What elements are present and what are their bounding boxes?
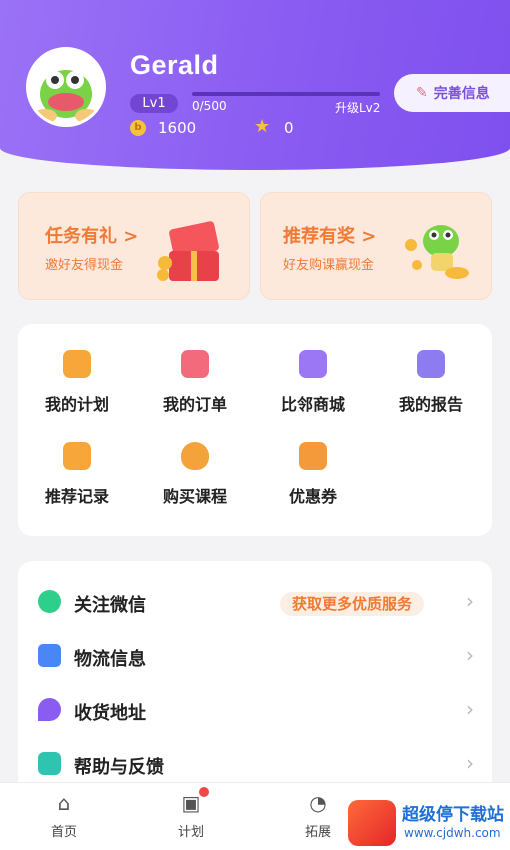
help-icon	[38, 752, 61, 775]
promo-card-referral[interactable]: 推荐有奖 > 好友购课赢现金	[260, 192, 492, 300]
notification-dot	[199, 787, 209, 797]
username: Gerald	[130, 50, 219, 80]
chevron-right-icon: ›	[466, 751, 474, 775]
plan-icon	[63, 350, 91, 378]
tab-label: 首页	[50, 825, 77, 840]
grid-item-label: 推荐记录	[44, 487, 109, 506]
complete-info-button[interactable]: ✎ 完善信息	[394, 74, 510, 112]
star-count: 0	[284, 119, 294, 137]
feature-grid: 我的计划 我的订单 比邻商城 我的报告 推荐记录 购买课程 优惠券	[18, 324, 492, 536]
tab-explore[interactable]: ◔ 拓展	[286, 791, 350, 840]
grid-item-label: 我的报告	[398, 395, 463, 414]
list-item-label: 物流信息	[74, 649, 146, 670]
tab-label: 计划	[177, 825, 204, 840]
grid-item-my-plan[interactable]: 我的计划	[18, 350, 136, 415]
chevron-right-icon: ›	[466, 589, 474, 613]
shop-icon	[299, 350, 327, 378]
plan-tab-icon: ▣	[179, 787, 209, 815]
watermark-url: www.cjdwh.com	[404, 826, 501, 840]
list-item-follow-wechat[interactable]: 关注微信 获取更多优质服务 ›	[18, 577, 492, 631]
watermark: 超级停下载站 www.cjdwh.com	[348, 796, 510, 850]
location-icon	[38, 698, 61, 721]
promo-card-tasks[interactable]: 任务有礼 > 邀好友得现金	[18, 192, 250, 300]
gift-box-icon	[157, 221, 219, 281]
promo-title: 推荐有奖 >	[283, 226, 377, 247]
promo-subtitle: 邀好友得现金	[45, 258, 124, 273]
course-bag-icon	[181, 442, 209, 470]
grid-item-coupons[interactable]: 优惠券	[254, 442, 372, 507]
grid-item-label: 我的订单	[162, 395, 227, 414]
coupon-icon	[299, 442, 327, 470]
coin-count: 1600	[158, 119, 197, 137]
list-item-label: 帮助与反馈	[74, 757, 164, 778]
promo-title: 任务有礼 >	[45, 226, 139, 247]
list-item-logistics[interactable]: 物流信息 ›	[18, 631, 492, 685]
complete-info-label: 完善信息	[433, 86, 490, 102]
grid-item-recommend-records[interactable]: 推荐记录	[18, 442, 136, 507]
pen-icon: ✎	[416, 85, 428, 101]
explore-icon: ◔	[309, 791, 327, 815]
upgrade-text: 升级Lv2	[335, 101, 381, 115]
watermark-logo-icon	[348, 800, 396, 846]
grid-item-shop[interactable]: 比邻商城	[254, 350, 372, 415]
order-icon	[181, 350, 209, 378]
wechat-icon	[38, 590, 61, 613]
grid-item-my-reports[interactable]: 我的报告	[372, 350, 490, 415]
chevron-right-icon: ›	[466, 697, 474, 721]
grid-item-buy-course[interactable]: 购买课程	[136, 442, 254, 507]
chevron-right-icon: ›	[466, 643, 474, 667]
grid-item-my-orders[interactable]: 我的订单	[136, 350, 254, 415]
tab-home[interactable]: ⌂ 首页	[32, 791, 96, 840]
progress-text: 0/500	[192, 99, 227, 113]
watermark-title: 超级停下载站	[402, 805, 504, 825]
list-item-address[interactable]: 收货地址 ›	[18, 685, 492, 739]
grid-item-label: 我的计划	[44, 395, 109, 414]
level-badge: Lv1	[130, 94, 178, 113]
grid-item-label: 比邻商城	[280, 395, 345, 414]
star-icon: ★	[254, 116, 271, 137]
mascot-coins-icon	[405, 225, 469, 279]
list-item-label: 关注微信	[74, 595, 146, 616]
recommend-icon	[63, 442, 91, 470]
coin-icon: b	[130, 120, 146, 136]
grid-item-label: 购买课程	[162, 487, 227, 506]
home-icon: ⌂	[57, 791, 71, 815]
settings-list: 关注微信 获取更多优质服务 › 物流信息 › 收货地址 › 帮助与反馈 ›	[18, 561, 492, 783]
level-progress-bar	[192, 92, 380, 96]
list-item-label: 收货地址	[74, 703, 146, 724]
grid-item-label: 优惠券	[288, 487, 337, 506]
avatar[interactable]	[26, 47, 106, 127]
wechat-promo-tag: 获取更多优质服务	[280, 592, 425, 616]
report-icon	[417, 350, 445, 378]
tab-label: 拓展	[304, 825, 331, 840]
truck-icon	[38, 644, 61, 667]
tab-plan[interactable]: ▣ 计划	[159, 787, 223, 840]
promo-subtitle: 好友购课赢现金	[283, 258, 375, 273]
